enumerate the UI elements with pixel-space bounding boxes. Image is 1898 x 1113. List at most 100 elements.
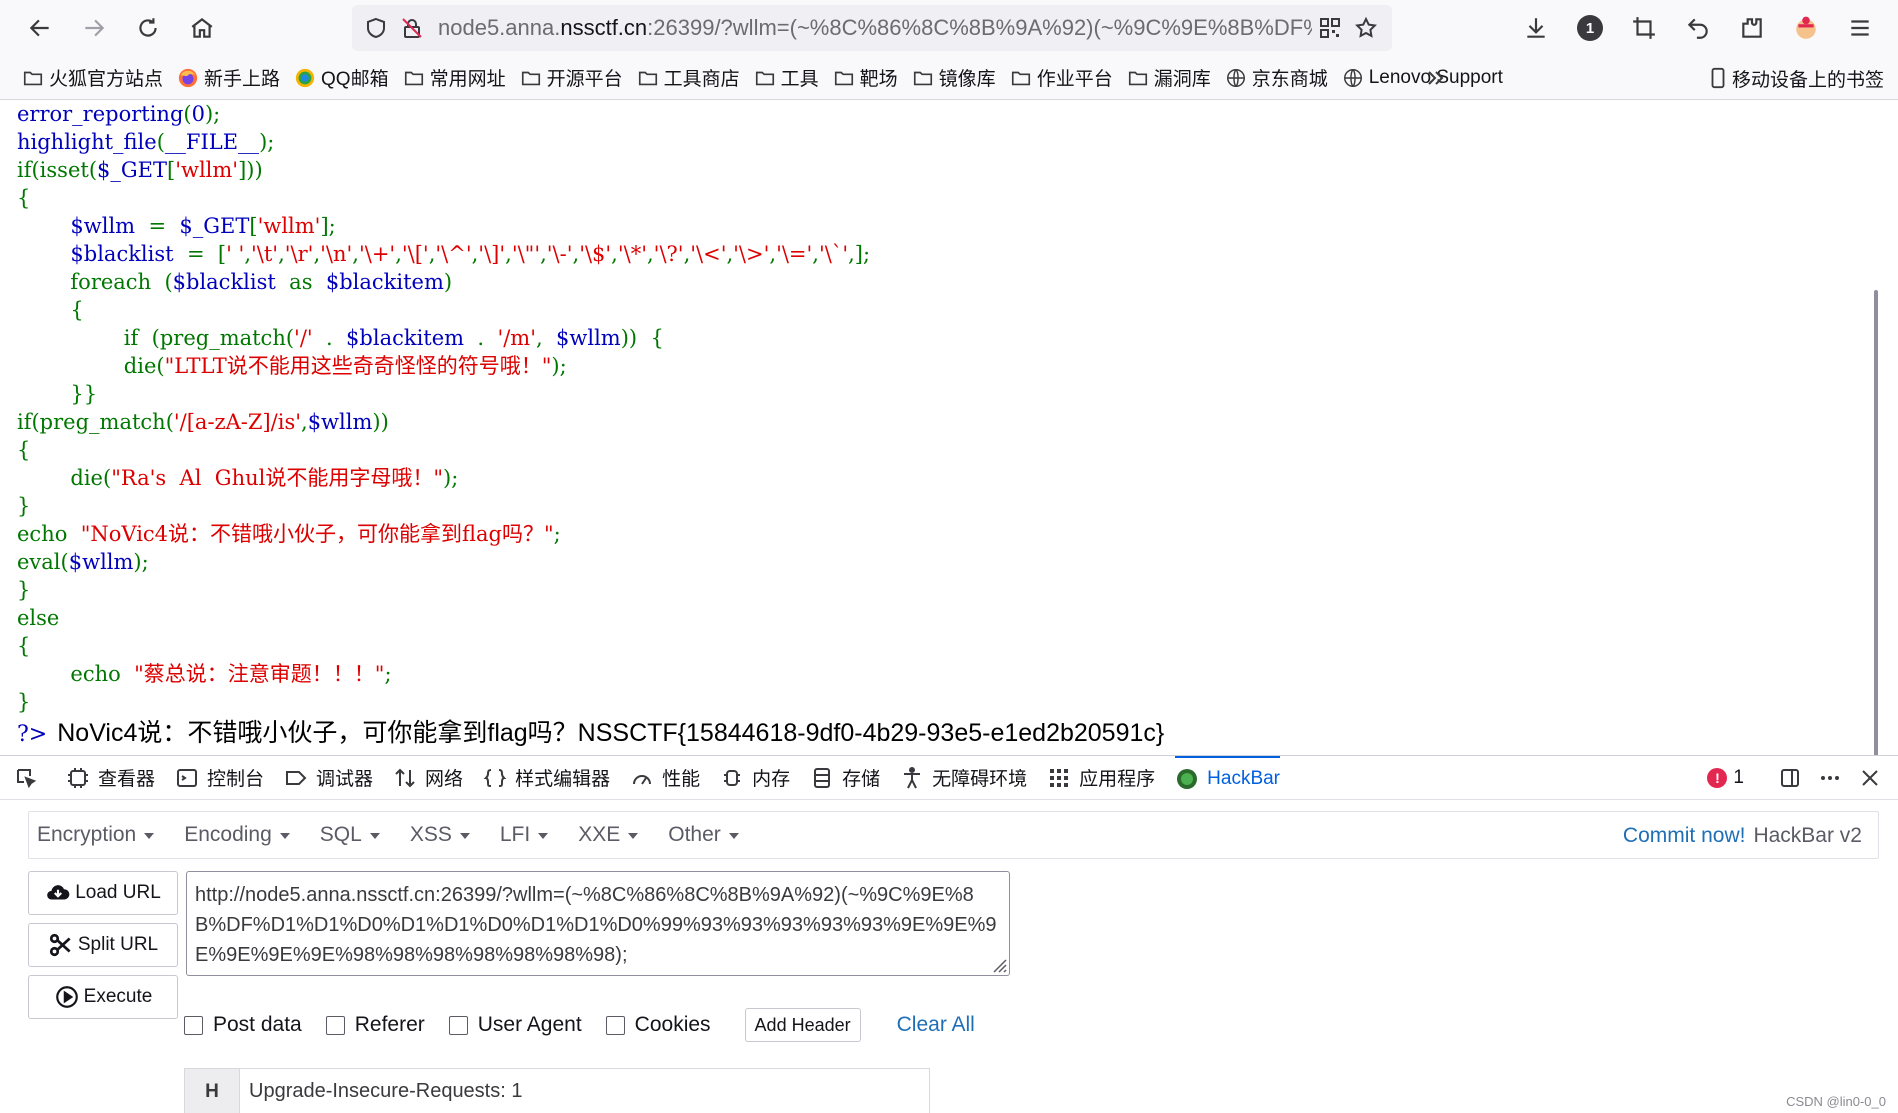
hackbar-menu-item[interactable]: Encoding (184, 823, 290, 847)
code-token: $wllm (549, 326, 621, 350)
option-checkbox[interactable]: Cookies (605, 1013, 711, 1037)
error-icon: ! (1707, 768, 1728, 788)
code-token: "Ra's Al Ghul说不能用字母哦！" (111, 466, 443, 490)
option-checkbox[interactable]: Referer (325, 1013, 425, 1037)
mobile-device-icon (1711, 67, 1725, 89)
url-text[interactable]: node5.anna.nssctf.cn:26399/?wllm=(~%8C%8… (438, 15, 1312, 41)
resize-handle-icon[interactable] (989, 955, 1007, 973)
error-count-badge[interactable]: ! 1 (1707, 767, 1744, 789)
checkbox[interactable] (325, 1015, 345, 1035)
execute-button[interactable]: Execute (28, 975, 178, 1019)
undo-icon[interactable] (1676, 6, 1720, 50)
downloads-icon[interactable] (1514, 6, 1558, 50)
dock-side-icon[interactable] (1770, 766, 1810, 790)
tab-hackbar[interactable]: HackBar (1175, 755, 1281, 800)
tab-application[interactable]: 应用程序 (1047, 756, 1155, 800)
tab-style-editor[interactable]: 样式编辑器 (483, 756, 610, 800)
shield-icon[interactable] (358, 10, 394, 46)
clear-all-link[interactable]: Clear All (897, 1013, 975, 1037)
reload-icon[interactable] (126, 6, 170, 50)
forward-icon[interactable] (72, 6, 116, 50)
tab-accessibility[interactable]: 无障碍环境 (900, 756, 1027, 800)
extensions-icon[interactable] (1730, 6, 1774, 50)
avatar[interactable] (1784, 6, 1828, 50)
hackbar-menu-item[interactable]: LFI (500, 823, 549, 847)
checkbox[interactable] (605, 1015, 625, 1035)
menu-icon[interactable] (1838, 6, 1882, 50)
page-content: error_reporting(0); highlight_file(__FILE… (0, 100, 1880, 755)
mobile-bookmarks[interactable]: 移动设备上的书签 (1708, 56, 1884, 100)
code-token: ); (133, 550, 149, 574)
bookmark-label: 镜像库 (938, 69, 996, 90)
hackbar-menu-item[interactable]: Other (668, 823, 739, 847)
hackbar-url-textarea[interactable]: http://node5.anna.nssctf.cn:26399/?wllm=… (186, 871, 1010, 976)
tab-storage[interactable]: 存储 (810, 756, 880, 800)
bookmark-item[interactable]: 开源平台 (520, 64, 623, 91)
network-icon (393, 766, 425, 790)
tab-console[interactable]: 控制台 (175, 756, 264, 800)
screenshot-crop-icon[interactable] (1622, 6, 1666, 50)
url-bar[interactable]: node5.anna.nssctf.cn:26399/?wllm=(~%8C%8… (352, 5, 1392, 51)
bookmark-item[interactable]: 漏洞库 (1127, 64, 1211, 91)
page-scrollbar[interactable] (1874, 290, 1878, 755)
insecure-lock-icon[interactable] (394, 10, 430, 46)
split-url-button[interactable]: Split URL (28, 923, 178, 967)
bookmarks-bar: 火狐官方站点 新手上路 QQ邮箱 常用网址 开源平台 工具商店 工具 靶场 镜像库 作业平台 漏洞库… (0, 56, 1898, 100)
checkbox[interactable] (448, 1015, 468, 1035)
option-checkbox[interactable]: User Agent (448, 1013, 582, 1037)
bookmark-item[interactable]: 京东商城 (1225, 64, 1328, 91)
bookmark-item[interactable]: 作业平台 (1010, 64, 1113, 91)
code-line: echo "蔡总说：注意审题！！！"; (17, 660, 870, 688)
code-token: $blackitem (339, 326, 471, 350)
bookmark-star-icon[interactable] (1348, 10, 1384, 46)
hackbar-menu-list: Encryption Encoding SQL XSS LFI XXE Other (37, 823, 769, 847)
more-options-icon[interactable] (1810, 766, 1850, 790)
close-icon[interactable] (1850, 766, 1890, 790)
back-icon[interactable] (18, 6, 62, 50)
menu-item-label: XSS (409, 823, 452, 846)
load-url-button[interactable]: Load URL (28, 871, 178, 915)
bookmark-item[interactable]: 常用网址 (403, 64, 506, 91)
bookmark-item[interactable]: 镜像库 (912, 64, 996, 91)
tab-performance[interactable]: 性能 (630, 756, 700, 800)
bookmark-item[interactable]: QQ邮箱 (294, 64, 389, 91)
cloud-download-icon (47, 885, 70, 900)
option-checkbox[interactable]: Post data (184, 1013, 302, 1037)
bookmark-item[interactable]: 工具 (754, 64, 819, 91)
checkbox-label: Cookies (634, 1013, 711, 1036)
tab-memory[interactable]: 内存 (720, 756, 790, 800)
code-line: eval($wllm); (17, 548, 870, 576)
code-line: error_reporting(0); (17, 100, 870, 128)
hackbar-version: HackBar v2 (1753, 824, 1862, 847)
checkbox[interactable] (184, 1015, 203, 1035)
bookmark-item[interactable]: Lenovo Support (1342, 67, 1503, 89)
code-token: } (17, 494, 31, 518)
php-close-tag: ?> (17, 722, 48, 747)
qr-code-icon[interactable] (1312, 10, 1348, 46)
bookmark-item[interactable]: 火狐官方站点 (22, 64, 163, 91)
tab-network[interactable]: 网络 (393, 756, 463, 800)
bookmark-label: 常用网址 (429, 69, 506, 90)
element-picker-icon[interactable] (14, 756, 46, 800)
bookmark-item[interactable]: 新手上路 (177, 64, 280, 91)
bookmarks-overflow-icon[interactable] (1424, 56, 1448, 100)
hackbar-menu-item[interactable]: XXE (578, 823, 639, 847)
tab-debugger[interactable]: 调试器 (284, 756, 373, 800)
bookmark-item[interactable]: 靶场 (833, 64, 898, 91)
hackbar-menu-item[interactable]: SQL (320, 823, 380, 847)
code-line: echo "NoVic4说：不错哦小伙子，可你能拿到flag吗？"; (17, 520, 870, 548)
home-icon[interactable] (180, 6, 224, 50)
code-token: $wllm (307, 410, 373, 434)
commit-now-link[interactable]: Commit now! (1623, 824, 1746, 848)
bookmark-item[interactable]: 工具商店 (637, 64, 740, 91)
code-token: '\?' (653, 242, 684, 266)
code-line: { (17, 436, 870, 464)
tab-inspector[interactable]: 查看器 (66, 756, 155, 800)
code-token: "LTLT说不能用这些奇奇怪怪的符号哦！" (164, 354, 552, 378)
header-value[interactable]: Upgrade-Insecure-Requests: 1 (240, 1080, 522, 1103)
folder-icon (754, 67, 781, 89)
profile-badge-icon[interactable]: 1 (1568, 6, 1612, 50)
add-header-button[interactable]: Add Header (744, 1008, 861, 1042)
hackbar-menu-item[interactable]: XSS (410, 823, 470, 847)
hackbar-menu-item[interactable]: Encryption (37, 823, 155, 847)
